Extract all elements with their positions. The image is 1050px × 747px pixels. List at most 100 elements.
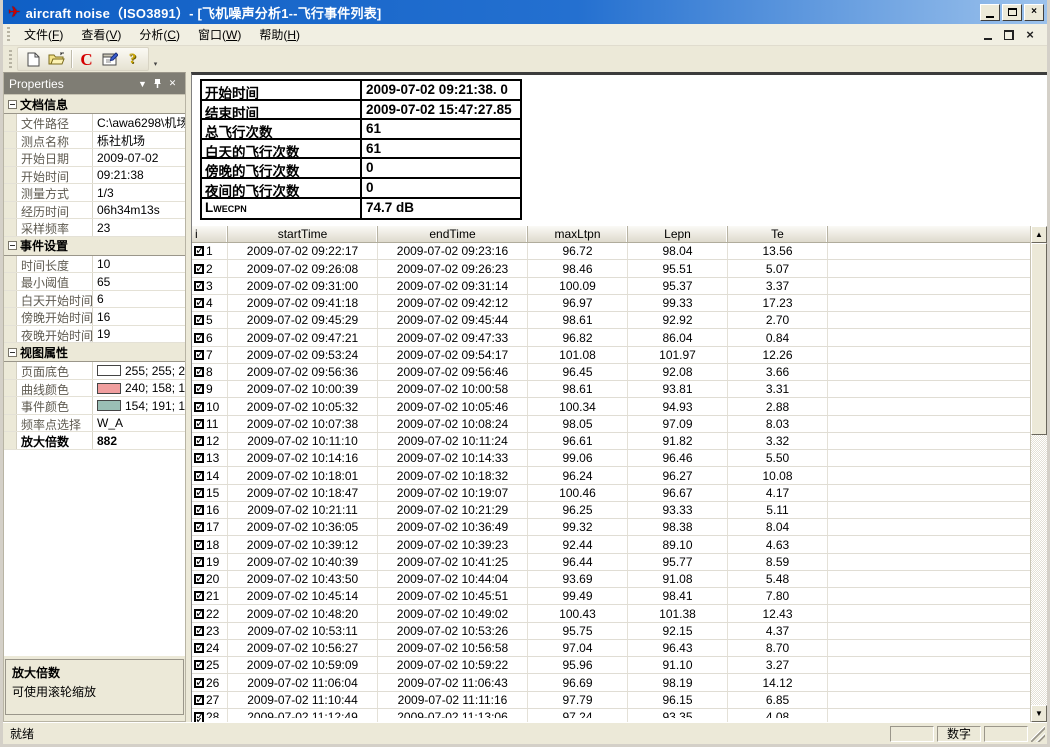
table-row[interactable]: 19 2009-07-02 10:40:39 2009-07-02 10:41:…	[192, 554, 1030, 571]
row-checkbox[interactable]	[194, 540, 204, 550]
column-header-endtime[interactable]: endTime	[378, 226, 528, 242]
new-file-button[interactable]	[22, 49, 45, 70]
row-checkbox[interactable]	[194, 591, 204, 601]
row-checkbox[interactable]	[194, 264, 204, 274]
table-row[interactable]: 14 2009-07-02 10:18:01 2009-07-02 10:18:…	[192, 467, 1030, 484]
menu-item[interactable]: 分析(C)	[130, 24, 189, 45]
table-row[interactable]: 5 2009-07-02 09:45:29 2009-07-02 09:45:4…	[192, 312, 1030, 329]
column-header-te[interactable]: Te	[728, 226, 828, 242]
property-value[interactable]: 255; 255; 25	[93, 362, 185, 379]
calibrate-button[interactable]: C	[75, 49, 98, 70]
property-value[interactable]: C:\awa6298\机场	[93, 114, 185, 131]
row-checkbox[interactable]	[194, 574, 204, 584]
property-value[interactable]: 65	[93, 273, 185, 290]
row-checkbox[interactable]	[194, 246, 204, 256]
row-checkbox[interactable]	[194, 419, 204, 429]
maximize-button[interactable]	[1002, 4, 1022, 21]
scrollbar-track[interactable]	[1031, 435, 1047, 705]
column-header-lepn[interactable]: Lepn	[628, 226, 728, 242]
property-value[interactable]: 19	[93, 326, 185, 343]
table-row[interactable]: 13 2009-07-02 10:14:16 2009-07-02 10:14:…	[192, 450, 1030, 467]
property-value[interactable]: 1/3	[93, 184, 185, 201]
panel-menu-button[interactable]: ▼	[135, 79, 150, 89]
toolbar-grip[interactable]	[8, 50, 13, 68]
row-checkbox[interactable]	[194, 436, 204, 446]
table-row[interactable]: 15 2009-07-02 10:18:47 2009-07-02 10:19:…	[192, 485, 1030, 502]
row-checkbox[interactable]	[194, 367, 204, 377]
row-checkbox[interactable]	[194, 453, 204, 463]
row-checkbox[interactable]	[194, 557, 204, 567]
property-value[interactable]: 10	[93, 256, 185, 273]
property-value[interactable]: 23	[93, 219, 185, 236]
row-checkbox[interactable]	[194, 678, 204, 688]
property-value[interactable]: 6	[93, 291, 185, 308]
table-row[interactable]: 10 2009-07-02 10:05:32 2009-07-02 10:05:…	[192, 398, 1030, 415]
table-row[interactable]: 17 2009-07-02 10:36:05 2009-07-02 10:36:…	[192, 519, 1030, 536]
scroll-up-button[interactable]: ▲	[1031, 226, 1047, 243]
property-value[interactable]: 2009-07-02	[93, 149, 185, 166]
table-row[interactable]: 2 2009-07-02 09:26:08 2009-07-02 09:26:2…	[192, 260, 1030, 277]
panel-close-button[interactable]: ✕	[165, 78, 180, 89]
menu-item[interactable]: 文件(F)	[15, 24, 72, 45]
table-row[interactable]: 8 2009-07-02 09:56:36 2009-07-02 09:56:4…	[192, 364, 1030, 381]
table-row[interactable]: 7 2009-07-02 09:53:24 2009-07-02 09:54:1…	[192, 347, 1030, 364]
row-checkbox[interactable]	[194, 695, 204, 705]
row-checkbox[interactable]	[194, 281, 204, 291]
collapse-icon[interactable]	[8, 348, 17, 357]
row-checkbox[interactable]	[194, 315, 204, 325]
property-value[interactable]: 240; 158; 15	[93, 380, 185, 397]
table-row[interactable]: 6 2009-07-02 09:47:21 2009-07-02 09:47:3…	[192, 329, 1030, 346]
close-button[interactable]: ×	[1024, 4, 1044, 21]
row-checkbox[interactable]	[194, 350, 204, 360]
menu-item[interactable]: 帮助(H)	[250, 24, 309, 45]
table-row[interactable]: 26 2009-07-02 11:06:04 2009-07-02 11:06:…	[192, 674, 1030, 691]
row-checkbox[interactable]	[194, 488, 204, 498]
table-row[interactable]: 24 2009-07-02 10:56:27 2009-07-02 10:56:…	[192, 640, 1030, 657]
category-view-props[interactable]: 视图属性	[4, 343, 185, 362]
open-file-button[interactable]	[45, 49, 68, 70]
properties-button[interactable]	[98, 49, 121, 70]
menubar-grip[interactable]	[6, 27, 11, 42]
minimize-button[interactable]	[980, 4, 1000, 21]
menu-item[interactable]: 窗口(W)	[189, 24, 250, 45]
table-row[interactable]: 4 2009-07-02 09:41:18 2009-07-02 09:42:1…	[192, 295, 1030, 312]
row-checkbox[interactable]	[194, 471, 204, 481]
row-checkbox[interactable]	[194, 505, 204, 515]
mdi-close-button[interactable]: ×	[1021, 27, 1039, 43]
row-checkbox[interactable]	[194, 384, 204, 394]
row-checkbox[interactable]	[194, 298, 204, 308]
category-event-settings[interactable]: 事件设置	[4, 237, 185, 256]
property-value[interactable]: W_A	[93, 415, 185, 432]
table-row[interactable]: 25 2009-07-02 10:59:09 2009-07-02 10:59:…	[192, 657, 1030, 674]
table-row[interactable]: 20 2009-07-02 10:43:50 2009-07-02 10:44:…	[192, 571, 1030, 588]
row-checkbox[interactable]	[194, 522, 204, 532]
table-row[interactable]: 22 2009-07-02 10:48:20 2009-07-02 10:49:…	[192, 605, 1030, 622]
row-checkbox[interactable]	[194, 626, 204, 636]
property-value[interactable]: 06h34m13s	[93, 202, 185, 219]
column-header-maxltpn[interactable]: maxLtpn	[528, 226, 628, 242]
collapse-icon[interactable]	[8, 241, 17, 250]
scroll-down-button[interactable]: ▼	[1031, 705, 1047, 722]
row-checkbox[interactable]	[194, 660, 204, 670]
column-header-i[interactable]: i	[192, 226, 228, 242]
table-row[interactable]: 11 2009-07-02 10:07:38 2009-07-02 10:08:…	[192, 416, 1030, 433]
resize-grip[interactable]	[1031, 726, 1045, 742]
table-row[interactable]: 18 2009-07-02 10:39:12 2009-07-02 10:39:…	[192, 536, 1030, 553]
property-value[interactable]: 16	[93, 308, 185, 325]
row-checkbox[interactable]	[194, 609, 204, 619]
category-doc-info[interactable]: 文档信息	[4, 95, 185, 114]
property-value[interactable]: 09:21:38	[93, 167, 185, 184]
toolbar-overflow-button[interactable]: ▾	[150, 47, 161, 71]
scrollbar-thumb[interactable]	[1031, 243, 1047, 435]
table-row[interactable]: 3 2009-07-02 09:31:00 2009-07-02 09:31:1…	[192, 278, 1030, 295]
mdi-restore-button[interactable]	[1000, 27, 1018, 43]
property-value[interactable]: 栎社机场	[93, 132, 185, 149]
property-value[interactable]: 882	[93, 432, 185, 449]
table-row[interactable]: 27 2009-07-02 11:10:44 2009-07-02 11:11:…	[192, 692, 1030, 709]
menu-item[interactable]: 查看(V)	[72, 24, 130, 45]
table-row[interactable]: 16 2009-07-02 10:21:11 2009-07-02 10:21:…	[192, 502, 1030, 519]
row-checkbox[interactable]	[194, 402, 204, 412]
table-row[interactable]: 28 2009-07-02 11:12:49 2009-07-02 11:13:…	[192, 709, 1030, 718]
row-checkbox[interactable]	[194, 333, 204, 343]
table-row[interactable]: 9 2009-07-02 10:00:39 2009-07-02 10:00:5…	[192, 381, 1030, 398]
